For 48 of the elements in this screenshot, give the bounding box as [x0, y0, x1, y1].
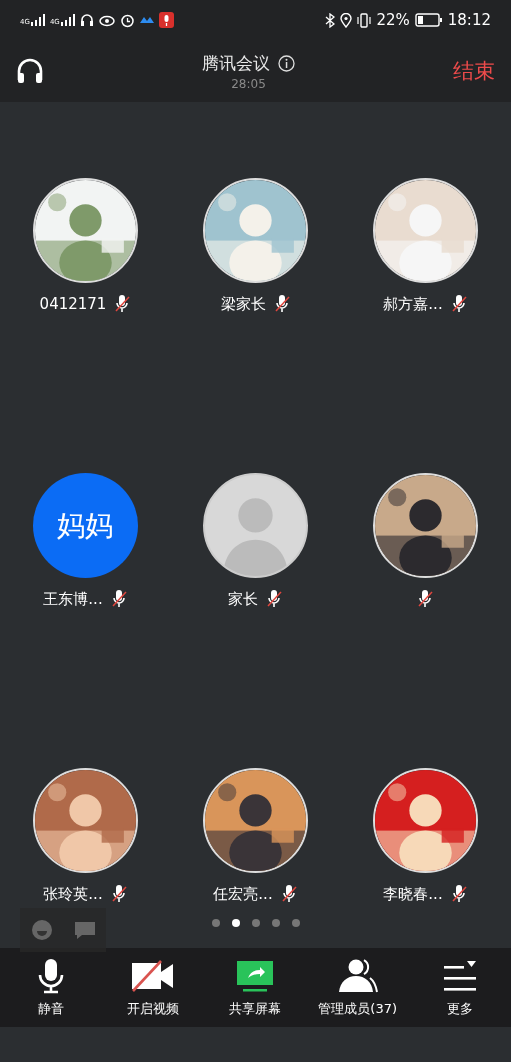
smiley-icon[interactable] — [30, 919, 53, 941]
avatar-text: 妈妈 — [32, 473, 138, 578]
muted-mic-icon — [273, 294, 290, 314]
muted-mic-icon — [266, 589, 282, 609]
location-icon — [340, 12, 353, 28]
members-icon — [336, 957, 379, 994]
toolbar-button[interactable]: 管理成员(37) — [309, 957, 406, 1018]
toolbar-button[interactable]: 更多 — [411, 957, 508, 1018]
toolbar-button[interactable]: 开启视频 — [105, 957, 202, 1018]
headphones-icon[interactable] — [16, 58, 44, 84]
participant-name: 0412171 — [39, 295, 107, 313]
muted-mic-icon — [450, 884, 467, 904]
toolbar-button[interactable]: 共享屏幕 — [207, 957, 304, 1018]
toolbar-button[interactable]: 静音 — [3, 957, 100, 1018]
muted-mic-icon — [114, 294, 131, 314]
muted-mic-icon — [110, 884, 127, 904]
floating-panel[interactable] — [20, 908, 106, 952]
participant-name: 李晓春... — [383, 884, 443, 904]
battery-percent: 22% — [376, 11, 410, 29]
signal-icon — [30, 14, 45, 26]
page-dot[interactable] — [211, 919, 220, 927]
info-icon[interactable] — [278, 54, 295, 72]
participant-name: 张玲英... — [43, 884, 103, 904]
alarm-icon — [119, 12, 135, 28]
page-dot[interactable] — [251, 919, 260, 927]
participant-name: 郝方嘉... — [383, 294, 443, 314]
muted-mic-icon — [280, 884, 297, 904]
battery-icon — [414, 13, 443, 27]
muted-mic-icon — [110, 589, 127, 609]
page-dot[interactable] — [231, 919, 240, 927]
eye-icon — [98, 13, 115, 27]
clock-time: 18:12 — [447, 11, 491, 29]
page-dot[interactable] — [291, 919, 300, 927]
signal-icon — [60, 14, 75, 26]
participant-name: 王东博... — [43, 589, 103, 609]
meeting-title: 腾讯会议 — [202, 51, 270, 75]
headphones-icon — [79, 13, 94, 27]
participant-name: 任宏亮... — [213, 884, 273, 904]
participant-name: 梁家长 — [220, 294, 266, 314]
chat-icon[interactable] — [73, 920, 96, 940]
vibrate-icon — [357, 12, 372, 28]
meeting-duration: 28:05 — [231, 76, 266, 91]
muted-mic-icon — [417, 589, 433, 609]
bluetooth-icon — [325, 12, 336, 28]
end-meeting-button[interactable]: 结束 — [453, 57, 495, 85]
muted-mic-icon — [450, 294, 467, 314]
participant-name: 家长 — [228, 589, 258, 609]
page-dot[interactable] — [271, 919, 280, 927]
